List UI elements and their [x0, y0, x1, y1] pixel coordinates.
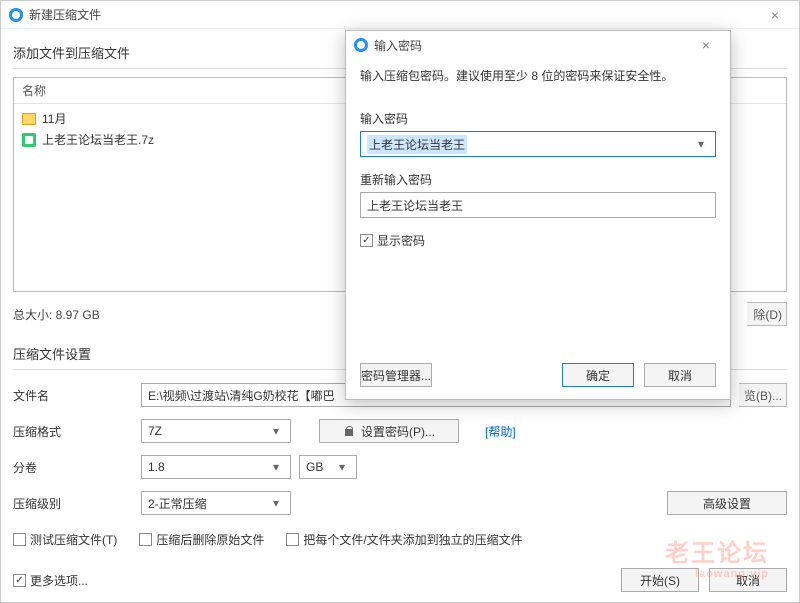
format-value: 7Z	[148, 424, 162, 438]
file-name: 11月	[42, 110, 66, 127]
separate-archives-label: 把每个文件/文件夹添加到独立的压缩文件	[303, 531, 522, 548]
test-archive-checkbox[interactable]: 测试压缩文件(T)	[13, 531, 117, 548]
password-confirm-label: 重新输入密码	[360, 171, 716, 188]
split-unit-select[interactable]: GB ▾	[299, 455, 357, 479]
window-title: 新建压缩文件	[29, 6, 759, 23]
password-input[interactable]: 上老王论坛当老王 ▾	[360, 131, 716, 157]
password-hint: 输入压缩包密码。建议使用至少 8 位的密码来保证安全性。	[360, 67, 716, 84]
checkbox-box: ✓	[360, 234, 373, 247]
more-options-toggle[interactable]: ✓ 更多选项...	[13, 572, 88, 589]
dialog-body: 输入压缩包密码。建议使用至少 8 位的密码来保证安全性。 输入密码 上老王论坛当…	[346, 59, 730, 263]
remove-button[interactable]: 除(D)	[747, 302, 787, 326]
chevron-down-icon[interactable]: ▾	[693, 137, 709, 151]
cancel-button[interactable]: 取消	[644, 363, 716, 387]
more-options-label: 更多选项...	[30, 572, 88, 589]
password-confirm-value: 上老王论坛当老王	[367, 197, 463, 214]
advanced-settings-button[interactable]: 高级设置	[667, 491, 787, 515]
level-label: 压缩级别	[13, 495, 133, 512]
set-password-button[interactable]: 设置密码(P)...	[319, 419, 459, 443]
app-icon	[354, 38, 368, 52]
row-level: 压缩级别 2-正常压缩 ▾ 高级设置	[13, 486, 787, 520]
row-format: 压缩格式 7Z ▾ 设置密码(P)... [帮助]	[13, 414, 787, 448]
format-select[interactable]: 7Z ▾	[141, 419, 291, 443]
delete-after-checkbox[interactable]: 压缩后删除原始文件	[139, 531, 264, 548]
compression-level-select[interactable]: 2-正常压缩 ▾	[141, 491, 291, 515]
filename-value: E:\视频\过渡站\清纯G奶校花【嘟巴	[148, 387, 335, 404]
close-icon[interactable]: ×	[690, 37, 722, 53]
checkbox-box	[286, 533, 299, 546]
dialog-title: 输入密码	[374, 37, 690, 54]
dialog-titlebar: 输入密码 ×	[346, 31, 730, 59]
cancel-button[interactable]: 取消	[709, 568, 787, 592]
checkbox-box: ✓	[13, 574, 26, 587]
help-link[interactable]: [帮助]	[485, 423, 516, 440]
password-manager-button[interactable]: 密码管理器...	[360, 363, 432, 387]
close-icon[interactable]: ×	[759, 7, 791, 23]
row-split: 分卷 1.8 ▾ GB ▾	[13, 450, 787, 484]
ok-button[interactable]: 确定	[562, 363, 634, 387]
dialog-footer: 密码管理器... 确定 取消	[360, 363, 716, 387]
split-unit-value: GB	[306, 460, 323, 474]
chevron-down-icon: ▾	[334, 460, 350, 474]
browse-button[interactable]: 览(B)...	[739, 383, 787, 407]
password-dialog: 输入密码 × 输入压缩包密码。建议使用至少 8 位的密码来保证安全性。 输入密码…	[345, 30, 731, 400]
password-value: 上老王论坛当老王	[367, 135, 467, 154]
file-name: 上老王论坛当老王.7z	[42, 131, 154, 148]
split-label: 分卷	[13, 459, 133, 476]
separate-archives-checkbox[interactable]: 把每个文件/文件夹添加到独立的压缩文件	[286, 531, 522, 548]
archive-icon	[22, 133, 36, 147]
checkbox-box	[139, 533, 152, 546]
level-value: 2-正常压缩	[148, 495, 207, 512]
format-label: 压缩格式	[13, 423, 133, 440]
password-confirm-input[interactable]: 上老王论坛当老王	[360, 192, 716, 218]
set-password-label: 设置密码(P)...	[361, 423, 435, 440]
test-archive-label: 测试压缩文件(T)	[30, 531, 117, 548]
chevron-down-icon: ▾	[268, 496, 284, 510]
folder-icon	[22, 113, 36, 125]
checkbox-box	[13, 533, 26, 546]
app-icon	[9, 8, 23, 22]
split-value: 1.8	[148, 460, 165, 474]
chevron-down-icon: ▾	[268, 424, 284, 438]
password-label: 输入密码	[360, 110, 716, 127]
delete-after-label: 压缩后删除原始文件	[156, 531, 264, 548]
row-checkboxes: 测试压缩文件(T) 压缩后删除原始文件 把每个文件/文件夹添加到独立的压缩文件	[13, 522, 787, 556]
show-password-label: 显示密码	[377, 232, 425, 249]
total-size-label: 总大小: 8.97 GB	[13, 306, 100, 323]
chevron-down-icon: ▾	[268, 460, 284, 474]
split-size-input[interactable]: 1.8 ▾	[141, 455, 291, 479]
bottom-bar: ✓ 更多选项... 开始(S) 取消	[13, 568, 787, 592]
start-button[interactable]: 开始(S)	[621, 568, 699, 592]
main-titlebar: 新建压缩文件 ×	[1, 1, 799, 29]
lock-icon	[343, 425, 355, 437]
filename-label: 文件名	[13, 387, 133, 404]
show-password-checkbox[interactable]: ✓ 显示密码	[360, 232, 425, 249]
